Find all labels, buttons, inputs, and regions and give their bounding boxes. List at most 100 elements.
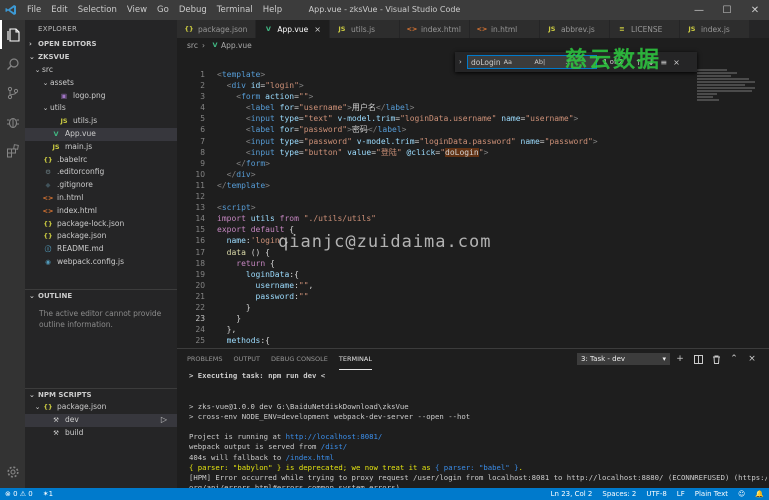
- explorer-icon[interactable]: [0, 20, 25, 49]
- tab-app-vue[interactable]: V App.vue ×: [256, 20, 330, 38]
- code-line: },: [217, 325, 237, 335]
- tree-item-label: .babelrc: [57, 154, 88, 164]
- selection-icon[interactable]: ≡: [660, 58, 667, 67]
- tree-item[interactable]: ⚙ .editorconfig: [25, 166, 177, 179]
- menu-help[interactable]: Help: [258, 0, 287, 20]
- tree-item[interactable]: ⚒ build: [25, 427, 177, 440]
- panel-tab-debug-console[interactable]: DEBUG CONSOLE: [271, 349, 328, 370]
- tab-label: App.vue: [277, 24, 309, 34]
- panel-tab-problems[interactable]: PROBLEMS: [187, 349, 222, 370]
- tab-package-json[interactable]: {} package.json: [177, 20, 257, 38]
- line-number: 12: [195, 192, 205, 202]
- split-terminal-icon[interactable]: [689, 351, 707, 367]
- line-number: 9: [200, 158, 205, 168]
- whole-word-icon[interactable]: Ab|: [534, 58, 562, 66]
- tree-item[interactable]: V App.vue: [25, 127, 177, 141]
- terminal-output[interactable]: > Executing task: npm run dev < > zks-vue…: [189, 371, 767, 493]
- cursor-position[interactable]: Ln 23, Col 2: [546, 490, 598, 498]
- code-line: }: [217, 302, 251, 312]
- run-script-icon[interactable]: ▷: [161, 414, 167, 427]
- file-type-icon: ⓘ: [44, 245, 52, 254]
- tree-item[interactable]: {} package.json: [25, 230, 177, 243]
- menu-go[interactable]: Go: [152, 0, 174, 20]
- outline-label: OUTLINE: [38, 291, 73, 300]
- menu-edit[interactable]: Edit: [46, 0, 72, 20]
- menu-debug[interactable]: Debug: [174, 0, 212, 20]
- outline-section[interactable]: ⌄ OUTLINE: [25, 289, 177, 302]
- tree-item[interactable]: <> in.html: [25, 192, 177, 205]
- open-editors-section[interactable]: › OPEN EDITORS: [25, 38, 177, 51]
- breadcrumb-folder[interactable]: src: [187, 41, 198, 50]
- minimap[interactable]: [697, 69, 757, 129]
- tab-license[interactable]: ≡ LICENSE: [609, 20, 680, 38]
- tree-item[interactable]: JS utils.js: [25, 115, 177, 128]
- project-section[interactable]: ⌄ ZKSVUE: [25, 51, 177, 64]
- close-icon[interactable]: ×: [314, 25, 321, 34]
- tree-item[interactable]: ◉ webpack.config.js: [25, 256, 177, 269]
- line-number: 21: [195, 291, 205, 301]
- panel-tab-output[interactable]: OUTPUT: [233, 349, 260, 370]
- menu-view[interactable]: View: [122, 0, 152, 20]
- maximize-panel-icon[interactable]: ⌃: [725, 351, 743, 367]
- encoding[interactable]: UTF-8: [641, 490, 671, 498]
- code-content[interactable]: <template> <div id="login"> <form action…: [217, 69, 757, 346]
- trash-icon[interactable]: [707, 351, 725, 367]
- tree-item[interactable]: ⓘ README.md: [25, 243, 177, 256]
- settings-gear-icon[interactable]: [0, 457, 25, 486]
- vue-file-icon: V: [212, 41, 218, 49]
- close-panel-icon[interactable]: ×: [743, 351, 761, 367]
- close-icon[interactable]: ✕: [741, 0, 769, 20]
- terminal-select[interactable]: 3: Task - dev ▾: [577, 353, 670, 365]
- tab-label: index.js: [700, 24, 730, 34]
- panel-tab-terminal[interactable]: TERMINAL: [338, 349, 372, 370]
- close-icon[interactable]: ×: [673, 58, 680, 67]
- file-type-icon: <>: [42, 206, 54, 215]
- new-terminal-icon[interactable]: +: [671, 351, 689, 367]
- vscode-logo-icon: [0, 0, 22, 20]
- tree-item[interactable]: ⌄ src: [25, 64, 177, 77]
- tree-item[interactable]: JS main.js: [25, 141, 177, 154]
- tab-index-html[interactable]: <> index.html: [399, 20, 470, 38]
- search-icon[interactable]: [0, 49, 25, 78]
- notifications-icon[interactable]: 🔔: [750, 490, 769, 498]
- maximize-icon[interactable]: ☐: [713, 0, 741, 20]
- tab-abbrev-js[interactable]: JS abbrev.js: [539, 20, 610, 38]
- tasks-status[interactable]: ✶1: [38, 490, 58, 498]
- tab-in-html[interactable]: <> in.html: [469, 20, 540, 38]
- extensions-icon[interactable]: [0, 136, 25, 165]
- menu-file[interactable]: File: [22, 0, 46, 20]
- tree-item[interactable]: {} package-lock.json: [25, 218, 177, 231]
- debug-icon[interactable]: [0, 107, 25, 136]
- code-editor[interactable]: 1 2 3 4 5 6 7 8 9 10 11 12 13 14 15 16 17 18 19 20 21 22 23 24 2…: [177, 52, 769, 348]
- tree-item[interactable]: ▣ logo.png: [25, 90, 177, 103]
- indentation[interactable]: Spaces: 2: [597, 490, 641, 498]
- tree-item[interactable]: <> index.html: [25, 205, 177, 218]
- tree-item-label: src: [42, 65, 53, 74]
- tree-item[interactable]: ⚒ dev ▷: [25, 413, 177, 427]
- language-mode[interactable]: Plain Text: [690, 490, 733, 498]
- match-case-icon[interactable]: Aa: [504, 58, 532, 66]
- tree-item[interactable]: {} .babelrc: [25, 154, 177, 167]
- tree-item[interactable]: ⌄{} package.json: [25, 401, 177, 414]
- source-control-icon[interactable]: [0, 78, 25, 107]
- menu-terminal[interactable]: Terminal: [212, 0, 258, 20]
- npm-scripts-section[interactable]: ⌄ NPM SCRIPTS: [25, 388, 177, 401]
- tree-item[interactable]: ⌄ utils: [25, 102, 177, 115]
- minimize-icon[interactable]: —: [685, 0, 713, 20]
- tree-item[interactable]: ⌄ assets: [25, 77, 177, 90]
- problems-status[interactable]: ⊗ 0 ⚠ 0: [0, 490, 38, 498]
- breadcrumb-file[interactable]: App.vue: [221, 41, 252, 50]
- feedback-icon[interactable]: ☺: [733, 490, 750, 498]
- file-type-icon: <>: [406, 25, 418, 33]
- chevron-right-icon: ›: [29, 40, 32, 48]
- tree-item-label: in.html: [57, 192, 84, 202]
- tab-utils-js[interactable]: JS utils.js: [329, 20, 400, 38]
- tree-item-label: package-lock.json: [57, 218, 125, 228]
- menu-selection[interactable]: Selection: [73, 0, 122, 20]
- chevron-right-icon[interactable]: ›: [459, 58, 467, 66]
- tree-item[interactable]: ◆ .gitignore: [25, 179, 177, 192]
- end-of-line[interactable]: LF: [672, 490, 690, 498]
- tab-index-js[interactable]: JS index.js: [679, 20, 750, 38]
